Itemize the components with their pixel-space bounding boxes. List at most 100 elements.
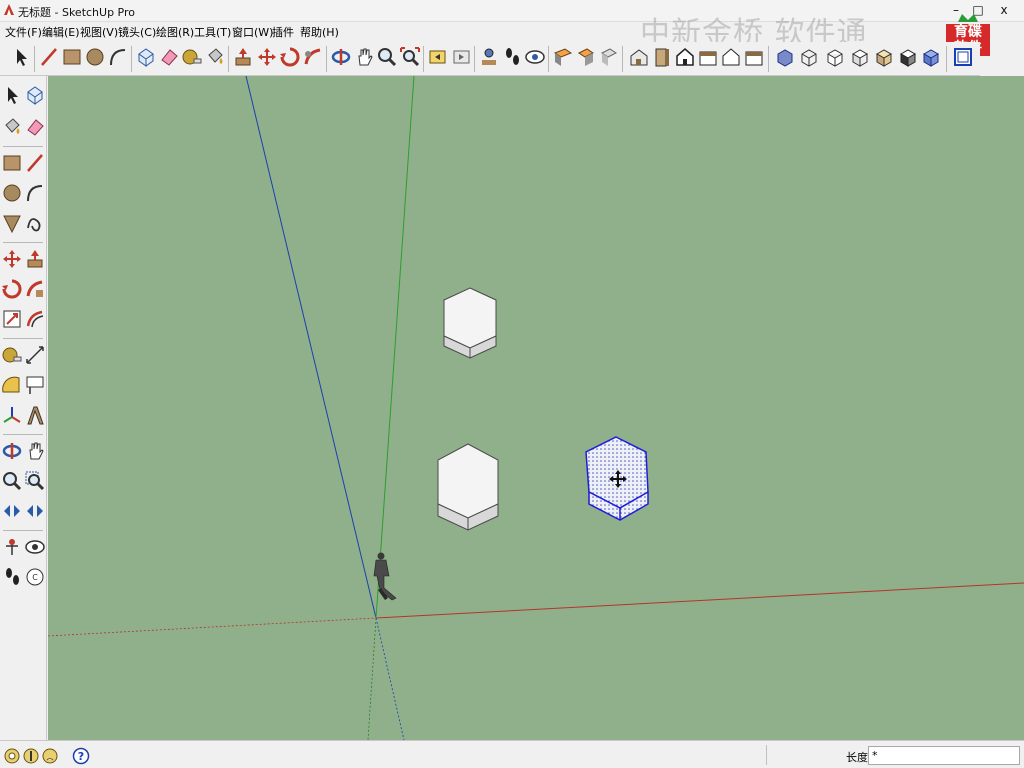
orbit-icon[interactable] bbox=[330, 46, 352, 70]
rotate-icon[interactable] bbox=[279, 46, 301, 70]
zoom-icon[interactable] bbox=[376, 46, 398, 70]
status-bar: ? 长度 * bbox=[0, 740, 1024, 768]
text-icon[interactable] bbox=[24, 374, 46, 398]
red-axis bbox=[375, 582, 1024, 619]
left-view-icon[interactable] bbox=[743, 46, 765, 70]
shaded-texture-icon[interactable] bbox=[873, 46, 895, 70]
component-browser-icon[interactable] bbox=[920, 46, 942, 70]
push-pull-icon[interactable] bbox=[24, 248, 46, 272]
user-icon[interactable] bbox=[41, 747, 59, 765]
section-plane-icon[interactable]: C bbox=[24, 566, 46, 590]
walk-icon[interactable] bbox=[501, 46, 523, 70]
next-view-icon[interactable] bbox=[450, 46, 472, 70]
zoom-window-icon[interactable] bbox=[24, 470, 46, 494]
section-plane-icon[interactable] bbox=[552, 46, 574, 70]
line-icon[interactable] bbox=[38, 46, 60, 70]
select-icon[interactable] bbox=[10, 46, 32, 70]
svg-text:C: C bbox=[32, 573, 38, 582]
menu-help[interactable]: 帮助(H) bbox=[300, 24, 339, 40]
hexagonal-prism-bottom-left[interactable] bbox=[437, 443, 499, 531]
zoom-extents-icon[interactable] bbox=[1, 500, 23, 524]
look-around-icon[interactable] bbox=[24, 536, 46, 560]
eraser-icon[interactable] bbox=[158, 46, 180, 70]
rectangle-icon[interactable] bbox=[61, 46, 83, 70]
help-icon[interactable]: ? bbox=[72, 747, 90, 765]
green-axis-negative bbox=[367, 617, 377, 740]
zoom-icon[interactable] bbox=[1, 470, 23, 494]
move-icon[interactable] bbox=[256, 46, 278, 70]
front-view-icon[interactable] bbox=[674, 46, 696, 70]
section-cuts-icon[interactable] bbox=[598, 46, 620, 70]
logo-crown-icon bbox=[958, 14, 978, 22]
eraser-icon[interactable] bbox=[24, 116, 46, 140]
top-view-icon[interactable] bbox=[651, 46, 673, 70]
display-section-icon[interactable] bbox=[575, 46, 597, 70]
arc-icon[interactable] bbox=[107, 46, 129, 70]
blue-axis bbox=[245, 76, 377, 619]
circle-icon[interactable] bbox=[1, 182, 23, 206]
position-camera-icon[interactable] bbox=[478, 46, 500, 70]
orbit-icon[interactable] bbox=[1, 440, 23, 464]
offset-icon[interactable] bbox=[24, 308, 46, 332]
hexagonal-prism-top[interactable] bbox=[443, 287, 497, 359]
follow-me-icon[interactable] bbox=[302, 46, 324, 70]
menu-camera[interactable]: 镜头(C) bbox=[118, 24, 156, 40]
paint-bucket-icon[interactable] bbox=[204, 46, 226, 70]
axes-icon[interactable] bbox=[1, 404, 23, 428]
pan-icon[interactable] bbox=[24, 440, 46, 464]
green-axis bbox=[375, 76, 415, 619]
title-bar: 无标题 - SketchUp Pro – □ x bbox=[0, 0, 1024, 22]
circle-icon[interactable] bbox=[84, 46, 106, 70]
iso-view-icon[interactable] bbox=[628, 46, 650, 70]
credits-icon[interactable] bbox=[22, 747, 40, 765]
menu-tools[interactable]: 工具(T) bbox=[194, 24, 231, 40]
geo-location-icon[interactable] bbox=[3, 747, 21, 765]
layers-icon[interactable] bbox=[952, 46, 974, 70]
walk-icon[interactable] bbox=[1, 566, 23, 590]
paint-bucket-icon[interactable] bbox=[1, 116, 23, 140]
pan-icon[interactable] bbox=[353, 46, 375, 70]
main-toolbar bbox=[0, 42, 980, 76]
rotate-icon[interactable] bbox=[1, 278, 23, 302]
close-button[interactable]: x bbox=[992, 2, 1016, 18]
tape-measure-icon[interactable] bbox=[1, 344, 23, 368]
previous-view-icon[interactable] bbox=[427, 46, 449, 70]
tape-measure-icon[interactable] bbox=[181, 46, 203, 70]
wireframe-icon[interactable] bbox=[798, 46, 820, 70]
hidden-line-icon[interactable] bbox=[824, 46, 846, 70]
arc-icon[interactable] bbox=[24, 182, 46, 206]
previous-view-icon[interactable] bbox=[24, 500, 46, 524]
look-around-icon[interactable] bbox=[524, 46, 546, 70]
position-camera-icon[interactable] bbox=[1, 536, 23, 560]
select-icon[interactable] bbox=[1, 84, 23, 108]
shaded-icon[interactable] bbox=[849, 46, 871, 70]
right-view-icon[interactable] bbox=[697, 46, 719, 70]
menu-view[interactable]: 视图(V) bbox=[80, 24, 118, 40]
menu-draw[interactable]: 绘图(R) bbox=[156, 24, 194, 40]
make-component-icon[interactable] bbox=[135, 46, 157, 70]
3d-text-icon[interactable] bbox=[24, 404, 46, 428]
push-pull-icon[interactable] bbox=[232, 46, 254, 70]
menu-window[interactable]: 窗口(W) bbox=[232, 24, 273, 40]
protractor-icon[interactable] bbox=[1, 374, 23, 398]
large-tool-set: C bbox=[0, 76, 47, 740]
length-input[interactable]: * bbox=[868, 746, 1020, 765]
make-component-icon[interactable] bbox=[24, 84, 46, 108]
dimension-icon[interactable] bbox=[24, 344, 46, 368]
monochrome-icon[interactable] bbox=[897, 46, 919, 70]
polygon-icon[interactable] bbox=[1, 212, 23, 236]
line-icon[interactable] bbox=[24, 152, 46, 176]
freehand-icon[interactable] bbox=[24, 212, 46, 236]
drawing-viewport[interactable] bbox=[48, 76, 1024, 740]
follow-me-icon[interactable] bbox=[24, 278, 46, 302]
menu-edit[interactable]: 编辑(E) bbox=[42, 24, 80, 40]
rectangle-icon[interactable] bbox=[1, 152, 23, 176]
sketchup-app-icon[interactable] bbox=[2, 3, 16, 17]
back-view-icon[interactable] bbox=[720, 46, 742, 70]
menu-file[interactable]: 文件(F) bbox=[5, 24, 42, 40]
scale-icon[interactable] bbox=[1, 308, 23, 332]
move-icon[interactable] bbox=[1, 248, 23, 272]
zoom-extents-icon[interactable] bbox=[399, 46, 421, 70]
xray-icon[interactable] bbox=[774, 46, 796, 70]
menu-plugins[interactable]: 插件 bbox=[272, 24, 294, 40]
